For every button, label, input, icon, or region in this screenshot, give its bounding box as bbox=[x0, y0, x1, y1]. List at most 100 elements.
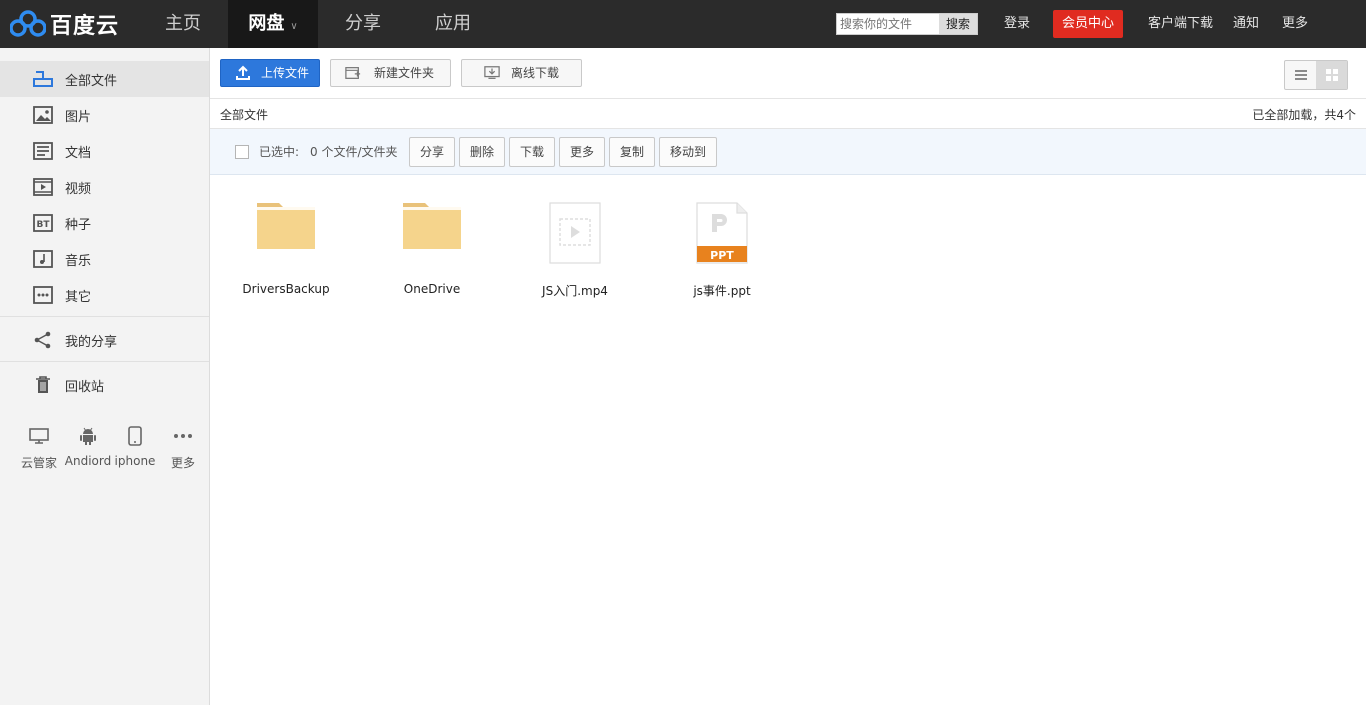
folder-icon bbox=[226, 195, 346, 270]
sidebar-divider bbox=[0, 316, 209, 317]
sidebar-item-label: 种子 bbox=[65, 217, 92, 233]
client-download-link[interactable]: 客户端下载 bbox=[1148, 0, 1213, 48]
sidebar-item-label: 视频 bbox=[65, 181, 92, 197]
view-toggle bbox=[1284, 60, 1348, 90]
nav-pan[interactable]: 网盘 ∨ bbox=[228, 0, 318, 48]
device-label: Andiord bbox=[64, 454, 112, 468]
document-icon bbox=[33, 141, 53, 161]
share-button[interactable]: 分享 bbox=[409, 137, 455, 167]
video-icon bbox=[33, 177, 53, 197]
sidebar-item-other[interactable]: 其它 bbox=[0, 277, 209, 313]
download-button[interactable]: 下载 bbox=[509, 137, 555, 167]
all-files-icon bbox=[33, 69, 53, 89]
upload-icon bbox=[236, 65, 250, 80]
device-iphone[interactable]: iphone bbox=[111, 424, 159, 468]
login-link[interactable]: 登录 bbox=[1004, 0, 1030, 48]
trash-icon bbox=[33, 375, 53, 395]
sidebar-item-label: 我的分享 bbox=[65, 334, 118, 350]
nav-share[interactable]: 分享 bbox=[318, 0, 408, 48]
vip-center-button[interactable]: 会员中心 bbox=[1053, 10, 1123, 38]
file-name: OneDrive bbox=[403, 282, 461, 296]
sidebar-item-images[interactable]: 图片 bbox=[0, 97, 209, 133]
search-box: 搜索 bbox=[836, 13, 978, 35]
ppt-badge: PPT bbox=[710, 249, 734, 262]
device-label: iphone bbox=[114, 454, 156, 468]
top-navbar: 百度云 主页 网盘 ∨ 分享 应用 搜索 登录 会员中心 客户端下载 通知 更多 bbox=[0, 0, 1366, 48]
copy-button[interactable]: 复制 bbox=[609, 137, 655, 167]
logo[interactable]: 百度云 bbox=[10, 8, 119, 40]
nav-home[interactable]: 主页 bbox=[138, 0, 228, 48]
upload-button[interactable]: 上传文件 bbox=[220, 59, 320, 87]
search-input[interactable] bbox=[837, 14, 941, 34]
sidebar: 全部文件 图片 文档 视频 BT 种子 音乐 其它 我的分享 回收站 云管家 A… bbox=[0, 48, 210, 705]
device-label: 云管家 bbox=[20, 456, 57, 470]
move-to-button[interactable]: 移动到 bbox=[659, 137, 717, 167]
sidebar-divider bbox=[0, 361, 209, 362]
sidebar-item-documents[interactable]: 文档 bbox=[0, 133, 209, 169]
selection-bar: 已选中: 0 个文件/文件夹 分享 删除 下载 更多 复制 移动到 bbox=[210, 129, 1366, 175]
sidebar-item-videos[interactable]: 视频 bbox=[0, 169, 209, 205]
new-folder-icon bbox=[345, 67, 361, 79]
select-all-checkbox[interactable] bbox=[235, 145, 249, 159]
music-icon bbox=[33, 249, 53, 269]
upload-label: 上传文件 bbox=[261, 66, 310, 80]
grid-view-icon bbox=[1325, 69, 1338, 81]
device-label: 更多 bbox=[170, 456, 195, 470]
delete-button[interactable]: 删除 bbox=[459, 137, 505, 167]
more-link[interactable]: 更多 bbox=[1282, 0, 1308, 48]
sidebar-item-torrents[interactable]: BT 种子 bbox=[0, 205, 209, 241]
file-name: JS入门.mp4 bbox=[542, 284, 608, 298]
breadcrumb-all-files[interactable]: 全部文件 bbox=[220, 106, 268, 123]
file-item-video[interactable]: JS入门.mp4 bbox=[515, 195, 635, 305]
offline-download-button[interactable]: 离线下载 bbox=[461, 59, 582, 87]
ppt-file-icon: PPT bbox=[662, 195, 782, 270]
share-icon bbox=[33, 330, 53, 350]
svg-text:BT: BT bbox=[37, 220, 51, 230]
phone-icon bbox=[111, 424, 159, 448]
list-view-icon bbox=[1294, 70, 1307, 80]
device-more[interactable]: 更多 bbox=[159, 424, 207, 471]
selected-count: 0 个文件/文件夹 bbox=[310, 145, 398, 159]
sidebar-item-my-share[interactable]: 我的分享 bbox=[0, 322, 209, 358]
nav-pan-label: 网盘 bbox=[248, 13, 285, 34]
list-view-button[interactable] bbox=[1285, 61, 1316, 89]
new-folder-label: 新建文件夹 bbox=[374, 66, 435, 80]
sidebar-item-music[interactable]: 音乐 bbox=[0, 241, 209, 277]
search-button[interactable]: 搜索 bbox=[939, 14, 977, 34]
sidebar-item-all-files[interactable]: 全部文件 bbox=[0, 61, 209, 97]
breadcrumb: 全部文件 已全部加载，共4个 bbox=[210, 99, 1366, 129]
sidebar-item-label: 音乐 bbox=[65, 253, 92, 269]
sidebar-item-label: 其它 bbox=[65, 289, 92, 305]
sidebar-item-label: 回收站 bbox=[65, 379, 105, 395]
notify-link[interactable]: 通知 bbox=[1233, 0, 1259, 48]
toolbar: 上传文件 新建文件夹 离线下载 bbox=[210, 48, 1366, 99]
file-item-folder[interactable]: OneDrive bbox=[372, 195, 492, 305]
offline-download-label: 离线下载 bbox=[511, 66, 560, 80]
file-item-ppt[interactable]: PPT js事件.ppt bbox=[662, 195, 782, 305]
more-dots-icon bbox=[159, 424, 207, 448]
image-icon bbox=[33, 105, 53, 125]
file-name: DriversBackup bbox=[242, 282, 330, 296]
file-item-folder[interactable]: DriversBackup bbox=[226, 195, 346, 305]
android-icon bbox=[64, 424, 112, 448]
baidu-cloud-logo-icon bbox=[10, 10, 46, 37]
sidebar-item-label: 图片 bbox=[65, 109, 92, 125]
device-desktop[interactable]: 云管家 bbox=[15, 424, 63, 471]
other-icon bbox=[33, 285, 53, 305]
nav-apps[interactable]: 应用 bbox=[408, 0, 498, 48]
selected-label: 已选中: bbox=[259, 145, 300, 159]
file-name: js事件.ppt bbox=[693, 284, 751, 298]
chevron-down-icon: ∨ bbox=[290, 21, 298, 32]
sidebar-item-label: 全部文件 bbox=[65, 73, 118, 89]
offline-download-icon bbox=[484, 66, 500, 79]
load-status: 已全部加载，共4个 bbox=[1252, 108, 1356, 122]
folder-icon bbox=[372, 195, 492, 270]
desktop-icon bbox=[15, 424, 63, 448]
device-android[interactable]: Andiord bbox=[64, 424, 112, 468]
more-actions-button[interactable]: 更多 bbox=[559, 137, 605, 167]
grid-view-button[interactable] bbox=[1316, 61, 1347, 89]
video-file-icon bbox=[515, 195, 635, 270]
new-folder-button[interactable]: 新建文件夹 bbox=[330, 59, 451, 87]
logo-text: 百度云 bbox=[50, 14, 120, 39]
sidebar-item-recycle-bin[interactable]: 回收站 bbox=[0, 367, 209, 403]
